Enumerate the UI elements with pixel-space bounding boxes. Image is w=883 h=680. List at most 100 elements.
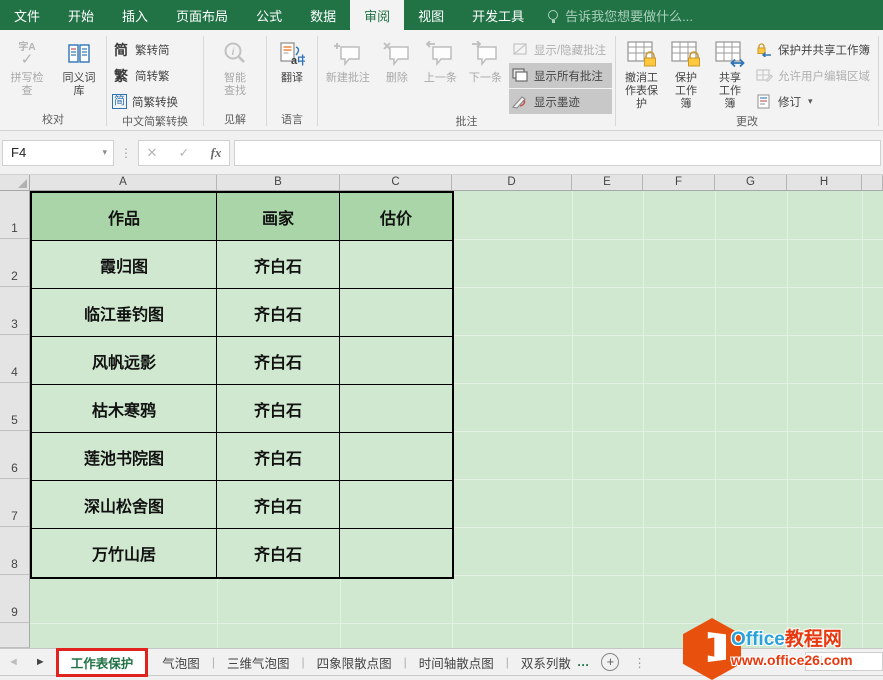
table-cell[interactable]: 齐白石 [217, 529, 340, 577]
tab-review[interactable]: 审阅 [350, 0, 404, 30]
sheet-tab-quadrant-scatter[interactable]: 四象限散点图 [305, 649, 404, 676]
sheetbar-handle[interactable]: ⋮ [633, 655, 646, 670]
protect-share-workbook-button[interactable]: 保护并共享工作簿 [753, 37, 876, 62]
add-sheet-button[interactable]: + [601, 653, 619, 671]
column-header-a[interactable]: A [30, 175, 217, 191]
table-cell[interactable]: 齐白石 [217, 289, 340, 337]
column-headers: A B C D E F G H [30, 175, 883, 191]
tab-developer[interactable]: 开发工具 [458, 0, 538, 30]
tab-view[interactable]: 视图 [404, 0, 458, 30]
table-cell[interactable]: 齐白石 [217, 481, 340, 529]
show-hide-comment-button[interactable]: 显示/隐藏批注 [509, 37, 612, 62]
tab-formulas[interactable]: 公式 [242, 0, 296, 30]
table-cell[interactable]: 齐白石 [217, 241, 340, 289]
table-cell[interactable]: 万竹山居 [32, 529, 217, 577]
table-cell[interactable] [340, 385, 452, 433]
allow-edit-ranges-button[interactable]: 允许用户编辑区域 [753, 63, 876, 88]
group-changes: 撤消工作表保护 保护工作簿 [616, 32, 878, 130]
table-cell[interactable]: 莲池书院图 [32, 433, 217, 481]
formula-bar-handle[interactable]: ⋮ [114, 146, 138, 160]
traditional-to-simplified-button[interactable]: 简 繁转简 [109, 37, 201, 62]
table-cell[interactable]: 枯木寒鸦 [32, 385, 217, 433]
sheet-nav-prev-icon[interactable]: ◄ [0, 656, 27, 668]
column-header-c[interactable]: C [340, 175, 452, 191]
tell-me-box[interactable]: 告诉我您想要做什么... [548, 0, 693, 30]
table-cell[interactable]: 风帆远影 [32, 337, 217, 385]
table-cell[interactable]: 霞归图 [32, 241, 217, 289]
simplified-to-traditional-button[interactable]: 繁 简转繁 [109, 63, 201, 88]
row-header-3[interactable]: 3 [0, 287, 30, 335]
table-cell[interactable] [340, 241, 452, 289]
smart-lookup-button[interactable]: i 智能查找 [217, 35, 253, 99]
delete-comment-button[interactable]: 删除 [377, 35, 417, 86]
translate-button[interactable]: a中 翻译 [274, 35, 310, 86]
protect-workbook-button[interactable]: 保护工作簿 [665, 35, 707, 112]
column-header-e[interactable]: E [572, 175, 643, 191]
column-header-g[interactable]: G [715, 175, 787, 191]
watermark-title: Office教程网 [731, 624, 853, 651]
sheet-tab-dual-series[interactable]: 双系列散 [509, 649, 573, 676]
row-header-1[interactable]: 1 [0, 191, 30, 239]
unprotect-sheet-button[interactable]: 撤消工作表保护 [620, 35, 663, 112]
tab-page-layout[interactable]: 页面布局 [162, 0, 242, 30]
row-header-9[interactable]: 9 [0, 575, 30, 623]
table-cell[interactable] [340, 433, 452, 481]
tab-home[interactable]: 开始 [54, 0, 108, 30]
column-header-d[interactable]: D [452, 175, 572, 191]
name-box[interactable]: F4 ▾ [2, 140, 114, 166]
new-comment-icon [333, 39, 363, 69]
show-hide-comment-icon [512, 42, 529, 57]
thesaurus-button[interactable]: 同义词库 [54, 35, 104, 99]
new-comment-button[interactable]: 新建批注 [321, 35, 375, 86]
track-changes-button[interactable]: 修订 ▾ [753, 89, 876, 114]
column-header-h[interactable]: H [787, 175, 862, 191]
table-cell[interactable]: 齐白石 [217, 433, 340, 481]
table-cell[interactable] [340, 337, 452, 385]
sheet-tab-protect[interactable]: 工作表保护 [56, 648, 149, 677]
table-cell[interactable] [340, 289, 452, 337]
next-comment-button[interactable]: 下一条 [464, 35, 507, 86]
show-ink-button[interactable]: 显示墨迹 [509, 89, 612, 114]
spell-check-icon: 字A ✓ [18, 39, 35, 69]
simplified-traditional-convert-button[interactable]: 简 简繁转换 [109, 89, 201, 114]
smart-lookup-icon: i [222, 39, 248, 69]
sheet-tab-timeline-scatter[interactable]: 时间轴散点图 [407, 649, 506, 676]
table-cell[interactable]: 齐白石 [217, 337, 340, 385]
table-cell[interactable]: 临江垂钓图 [32, 289, 217, 337]
row-header-6[interactable]: 6 [0, 431, 30, 479]
table-cell[interactable] [340, 481, 452, 529]
sheet-nav-next-icon[interactable]: ► [27, 656, 54, 668]
show-all-comments-button[interactable]: 显示所有批注 [509, 63, 612, 88]
table-header-cell[interactable]: 画家 [217, 193, 340, 241]
chevron-down-icon[interactable]: ▾ [102, 147, 113, 158]
enter-icon[interactable]: ✓ [175, 145, 193, 161]
cancel-icon[interactable]: ✕ [143, 145, 161, 161]
share-workbook-button[interactable]: 共享工作簿 [709, 35, 751, 112]
row-header-5[interactable]: 5 [0, 383, 30, 431]
tab-file[interactable]: 文件 [0, 0, 54, 30]
sheet-tab-bubble[interactable]: 气泡图 [150, 649, 212, 676]
row-header-7[interactable]: 7 [0, 479, 30, 527]
tab-data[interactable]: 数据 [296, 0, 350, 30]
column-header-b[interactable]: B [217, 175, 340, 191]
tab-insert[interactable]: 插入 [108, 0, 162, 30]
row-header-8[interactable]: 8 [0, 527, 30, 575]
select-all-corner[interactable] [0, 175, 30, 191]
table-cell[interactable]: 深山松舍图 [32, 481, 217, 529]
group-language: a中 翻译 语言 [267, 32, 317, 130]
sheet-area[interactable]: 作品 画家 估价 霞归图 齐白石 临江垂钓图 齐白石 风帆远影 齐白石 枯木寒鸦… [30, 191, 883, 648]
previous-comment-button[interactable]: 上一条 [419, 35, 462, 86]
table-header-cell[interactable]: 估价 [340, 193, 452, 241]
table-cell[interactable] [340, 529, 452, 577]
sheet-tab-overflow: … [573, 655, 594, 669]
convert-icon: 简 [112, 94, 127, 109]
sheet-tab-3d-bubble[interactable]: 三维气泡图 [215, 649, 302, 676]
row-header-4[interactable]: 4 [0, 335, 30, 383]
spell-check-button[interactable]: 字A ✓ 拼写检查 [2, 35, 52, 99]
table-header-cell[interactable]: 作品 [32, 193, 217, 241]
insert-function-icon[interactable]: fx [207, 145, 225, 161]
formula-input[interactable] [234, 140, 881, 166]
row-header-2[interactable]: 2 [0, 239, 30, 287]
table-cell[interactable]: 齐白石 [217, 385, 340, 433]
column-header-f[interactable]: F [643, 175, 715, 191]
